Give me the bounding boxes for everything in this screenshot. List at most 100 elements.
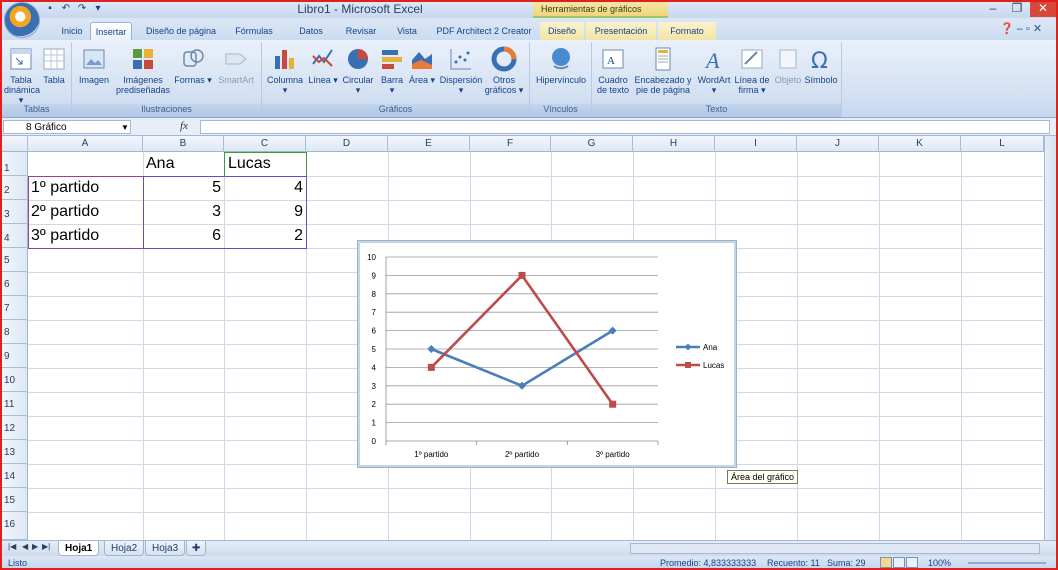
row-header-9[interactable]: 9: [0, 344, 28, 368]
row-header-13[interactable]: 13: [0, 440, 28, 464]
line-chart: 0 1 2 3 4 5 6 7 8 9 10 1º partido 2º partido 3º parti…: [367, 253, 724, 459]
tab-formulas[interactable]: Fórmulas: [228, 22, 280, 40]
sheet-tab-hoja2[interactable]: Hoja2: [104, 541, 145, 556]
tab-datos[interactable]: Datos: [292, 22, 330, 40]
cell-b3[interactable]: 3: [143, 200, 221, 224]
undo-icon[interactable]: ↶: [60, 3, 72, 15]
tabla-button[interactable]: Tabla: [38, 46, 70, 85]
cell-b1[interactable]: Ana: [146, 152, 174, 176]
zoom-level[interactable]: 100%: [928, 556, 951, 570]
column-header-i[interactable]: I: [715, 136, 797, 152]
column-header-k[interactable]: K: [879, 136, 961, 152]
column-header-e[interactable]: E: [388, 136, 470, 152]
smartart-button[interactable]: SmartArt: [214, 46, 258, 85]
encabezado-button[interactable]: Encabezado y pie de página: [632, 46, 694, 95]
vertical-scrollbar[interactable]: [1044, 136, 1058, 540]
save-icon[interactable]: ▪: [44, 3, 56, 15]
customize-qat-icon[interactable]: ▾: [92, 3, 104, 15]
row-header-12[interactable]: 12: [0, 416, 28, 440]
column-header-b[interactable]: B: [143, 136, 224, 152]
select-all-corner[interactable]: [0, 136, 28, 152]
tab-pdf-architect[interactable]: PDF Architect 2 Creator: [432, 22, 536, 40]
barra-button[interactable]: Barra ▾: [378, 46, 406, 95]
area-button[interactable]: Área ▾: [408, 46, 436, 85]
prev-sheet-icon[interactable]: ◀: [22, 542, 28, 551]
column-header-h[interactable]: H: [633, 136, 715, 152]
insert-sheet-icon[interactable]: ✚: [186, 541, 207, 556]
simbolo-button[interactable]: Ω Símbolo: [804, 46, 838, 85]
column-header-j[interactable]: J: [797, 136, 879, 152]
column-header-a[interactable]: A: [28, 136, 143, 152]
column-header-l[interactable]: L: [961, 136, 1044, 152]
circular-button[interactable]: Circular ▾: [340, 46, 376, 95]
cell-c4[interactable]: 2: [224, 224, 303, 248]
column-header-g[interactable]: G: [551, 136, 633, 152]
tab-vista[interactable]: Vista: [390, 22, 424, 40]
imagen-button[interactable]: Imagen: [74, 46, 114, 85]
close-button[interactable]: ✕: [1030, 0, 1056, 17]
otros-graficos-button[interactable]: Otros gráficos ▾: [484, 46, 524, 95]
row-header-14[interactable]: 14: [0, 464, 28, 488]
column-header-c[interactable]: C: [224, 136, 306, 152]
row-header-6[interactable]: 6: [0, 272, 28, 296]
linea-button[interactable]: Línea ▾: [308, 46, 338, 85]
next-sheet-icon[interactable]: ▶: [32, 542, 38, 551]
tab-presentacion[interactable]: Presentación: [586, 22, 656, 40]
tab-inicio[interactable]: Inicio: [55, 22, 89, 40]
normal-view-icon[interactable]: [880, 557, 892, 568]
encabezado-label: Encabezado y pie de página: [634, 75, 692, 95]
formula-input[interactable]: [200, 120, 1050, 134]
row-header-10[interactable]: 10: [0, 368, 28, 392]
horizontal-scrollbar[interactable]: [630, 543, 1040, 554]
first-sheet-icon[interactable]: |◀: [8, 542, 16, 551]
sheet-tab-hoja3[interactable]: Hoja3: [145, 541, 186, 556]
tabla-dinamica-button[interactable]: Tabla dinámica ▾: [4, 46, 41, 105]
restore-button[interactable]: ❐: [1004, 0, 1030, 17]
imagenes-prediseñadas-button[interactable]: Imágenes prediseñadas: [114, 46, 172, 95]
name-box[interactable]: 8 Gráfico ▼: [3, 120, 131, 134]
row-header-11[interactable]: 11: [0, 392, 28, 416]
sheet-tab-hoja1[interactable]: Hoja1: [58, 541, 100, 556]
cuadro-texto-button[interactable]: A Cuadro de texto: [594, 46, 632, 95]
cell-c3[interactable]: 9: [224, 200, 303, 224]
page-break-view-icon[interactable]: [906, 557, 918, 568]
row-header-15[interactable]: 15: [0, 488, 28, 512]
tab-revisar[interactable]: Revisar: [340, 22, 382, 40]
dispersion-button[interactable]: Dispersión ▾: [438, 46, 484, 95]
tab-formato[interactable]: Formato: [658, 22, 716, 40]
wordart-button[interactable]: A WordArt ▾: [696, 46, 732, 95]
page-layout-view-icon[interactable]: [893, 557, 905, 568]
help-icon[interactable]: ❓ – ▫ ✕: [1000, 22, 1042, 35]
cell-c2[interactable]: 4: [224, 176, 303, 200]
row-header-4[interactable]: 4: [0, 224, 28, 248]
office-button[interactable]: [4, 2, 40, 38]
insert-function-icon[interactable]: fx: [180, 120, 188, 132]
tab-diseno[interactable]: Diseño: [540, 22, 584, 40]
cell-b2[interactable]: 5: [143, 176, 221, 200]
cell-b4[interactable]: 6: [143, 224, 221, 248]
row-header-2[interactable]: 2: [0, 176, 28, 200]
last-sheet-icon[interactable]: ▶|: [42, 542, 50, 551]
columna-button[interactable]: Columna ▾: [264, 46, 306, 95]
linea-firma-button[interactable]: Línea de firma ▾: [732, 46, 772, 95]
row-header-3[interactable]: 3: [0, 200, 28, 224]
column-header-f[interactable]: F: [470, 136, 551, 152]
column-header-d[interactable]: D: [306, 136, 388, 152]
hipervinculo-button[interactable]: Hipervínculo: [532, 46, 590, 85]
row-header-5[interactable]: 5: [0, 248, 28, 272]
row-header-1[interactable]: 1: [0, 152, 28, 176]
row-header-16[interactable]: 16: [0, 512, 28, 540]
objeto-button[interactable]: Objeto: [772, 46, 804, 85]
formas-button[interactable]: Formas ▾: [172, 46, 214, 85]
tab-insertar[interactable]: Insertar: [90, 22, 132, 40]
zoom-slider[interactable]: [968, 562, 1046, 564]
tabla-dinamica-label: Tabla dinámica ▾: [4, 75, 41, 105]
y-tick-label: 6: [372, 327, 377, 336]
redo-icon[interactable]: ↷: [76, 3, 88, 15]
name-box-dropdown-icon[interactable]: ▼: [121, 121, 129, 134]
row-header-7[interactable]: 7: [0, 296, 28, 320]
row-header-8[interactable]: 8: [0, 320, 28, 344]
tab-diseno-pagina[interactable]: Diseño de página: [140, 22, 222, 40]
chart-area[interactable]: 0 1 2 3 4 5 6 7 8 9 10 1º partido 2º partido 3º parti…: [357, 240, 737, 468]
minimize-button[interactable]: –: [980, 0, 1006, 17]
